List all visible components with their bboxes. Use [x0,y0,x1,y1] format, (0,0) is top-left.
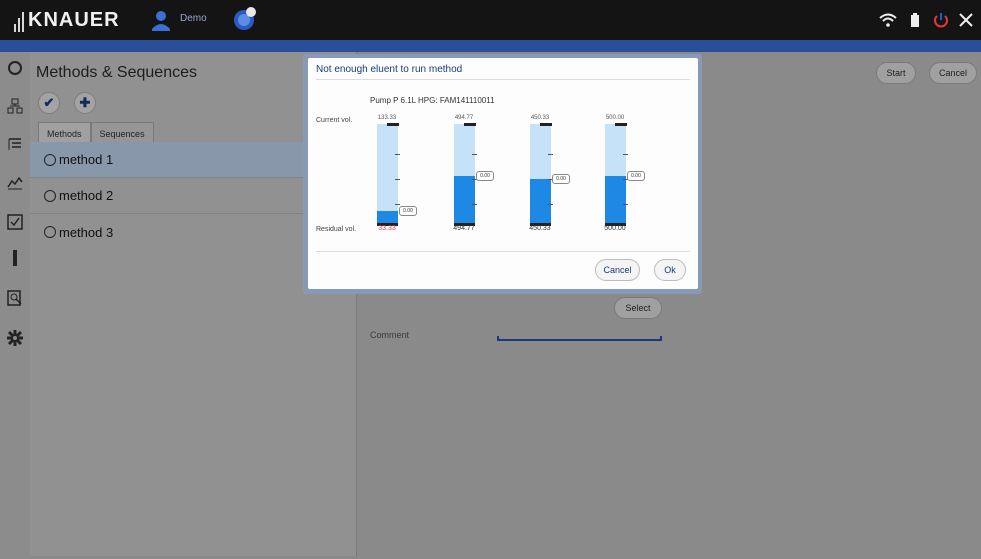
comment-field[interactable] [497,336,662,341]
logo-bars-icon [14,10,24,32]
pump-label: Pump P 6.1L HPG: FAM141110011 [370,96,495,105]
list-item-label: method 1 [59,152,114,167]
bottle-tick [395,154,400,155]
bottle-fill [454,176,475,224]
dialog-title: Not enough eluent to run method [316,64,463,75]
panel-title: Methods & Sequences [36,64,197,81]
residual-volume-value: 500.00 [604,225,626,232]
bottle-fill [605,176,626,224]
list-item-label: method 2 [59,188,114,203]
current-volume-value: 133.33 [377,115,397,121]
header-strip [0,40,981,52]
list-icon[interactable] [5,134,25,154]
residual-volume-label: Residual vol. [316,226,357,233]
close-icon[interactable] [955,8,977,32]
knauer-logo: KNAUER [14,9,120,32]
bottle-fill [530,179,551,224]
top-bar: KNAUER Demo [0,0,981,40]
divider [316,251,690,252]
bottle-top-mark [540,123,552,126]
bottle-tick [395,179,400,180]
bottle-tick [548,204,553,205]
battery-icon [906,8,924,32]
search-icon[interactable] [5,288,25,308]
select-button[interactable]: Select [614,297,662,319]
current-volume-value: 494.77 [454,115,474,121]
cancel-button[interactable]: Cancel [929,62,977,84]
bottle-tick [472,204,477,205]
bottle-gauge: 0.00 [377,123,417,226]
user-icon[interactable] [150,9,172,31]
tab-methods[interactable]: Methods [38,122,91,144]
cancel-button[interactable]: Cancel [595,259,640,281]
divider [316,79,690,80]
brand-name: KNAUER [28,9,120,31]
level-marker[interactable]: 0.00 [627,171,645,181]
tab-sequences[interactable]: Sequences [90,122,154,144]
bottle-tick [395,204,400,205]
bottle-top-mark [387,123,399,126]
current-volume-label: Current vol. [316,117,353,124]
sidebar-rail [0,52,30,559]
bottle-gauge: 0.00 [530,123,570,226]
gear-icon[interactable] [5,328,25,348]
start-button[interactable]: Start [876,62,916,84]
bottle-tick [623,204,628,205]
add-button[interactable]: ✚ [74,92,96,114]
confirm-button[interactable]: ✔ [38,92,60,114]
current-volume-value: 500.00 [605,115,625,121]
eluent-warning-dialog: Not enough eluent to run method Pump P 6… [308,58,698,289]
network-icon[interactable] [5,96,25,116]
user-mode-label: Demo [180,13,207,24]
list-item-label: method 3 [59,224,114,240]
clock-icon [44,153,56,166]
comment-label: Comment [370,330,410,340]
column-icon[interactable] [5,248,25,268]
bottle-tick [623,154,628,155]
chart-icon[interactable] [5,172,25,192]
bottle-tick [472,154,477,155]
tab-bar: Methods Sequences [38,122,154,144]
bottle-gauge: 0.00 [605,123,645,226]
clock-icon [44,226,56,238]
residual-volume-value: 494.77 [453,225,475,232]
level-marker[interactable]: 0.00 [476,171,494,181]
current-volume-value: 450.33 [530,115,550,121]
wifi-icon [877,8,899,32]
bottle-top-mark [464,123,476,126]
status-icon[interactable] [5,58,25,78]
power-icon[interactable] [930,8,952,32]
checklist-icon[interactable] [5,212,25,232]
clock-icon [44,189,56,202]
bottle-tick [548,154,553,155]
app-icon[interactable] [232,6,258,32]
bottle-gauge: 0.00 [454,123,494,226]
level-marker[interactable]: 0.00 [399,206,417,216]
residual-volume-value: 450.33 [529,225,551,232]
residual-volume-value: 33.33 [378,225,396,232]
ok-button[interactable]: Ok [654,259,686,281]
bottle-top-mark [615,123,627,126]
level-marker[interactable]: 0.00 [552,174,570,184]
